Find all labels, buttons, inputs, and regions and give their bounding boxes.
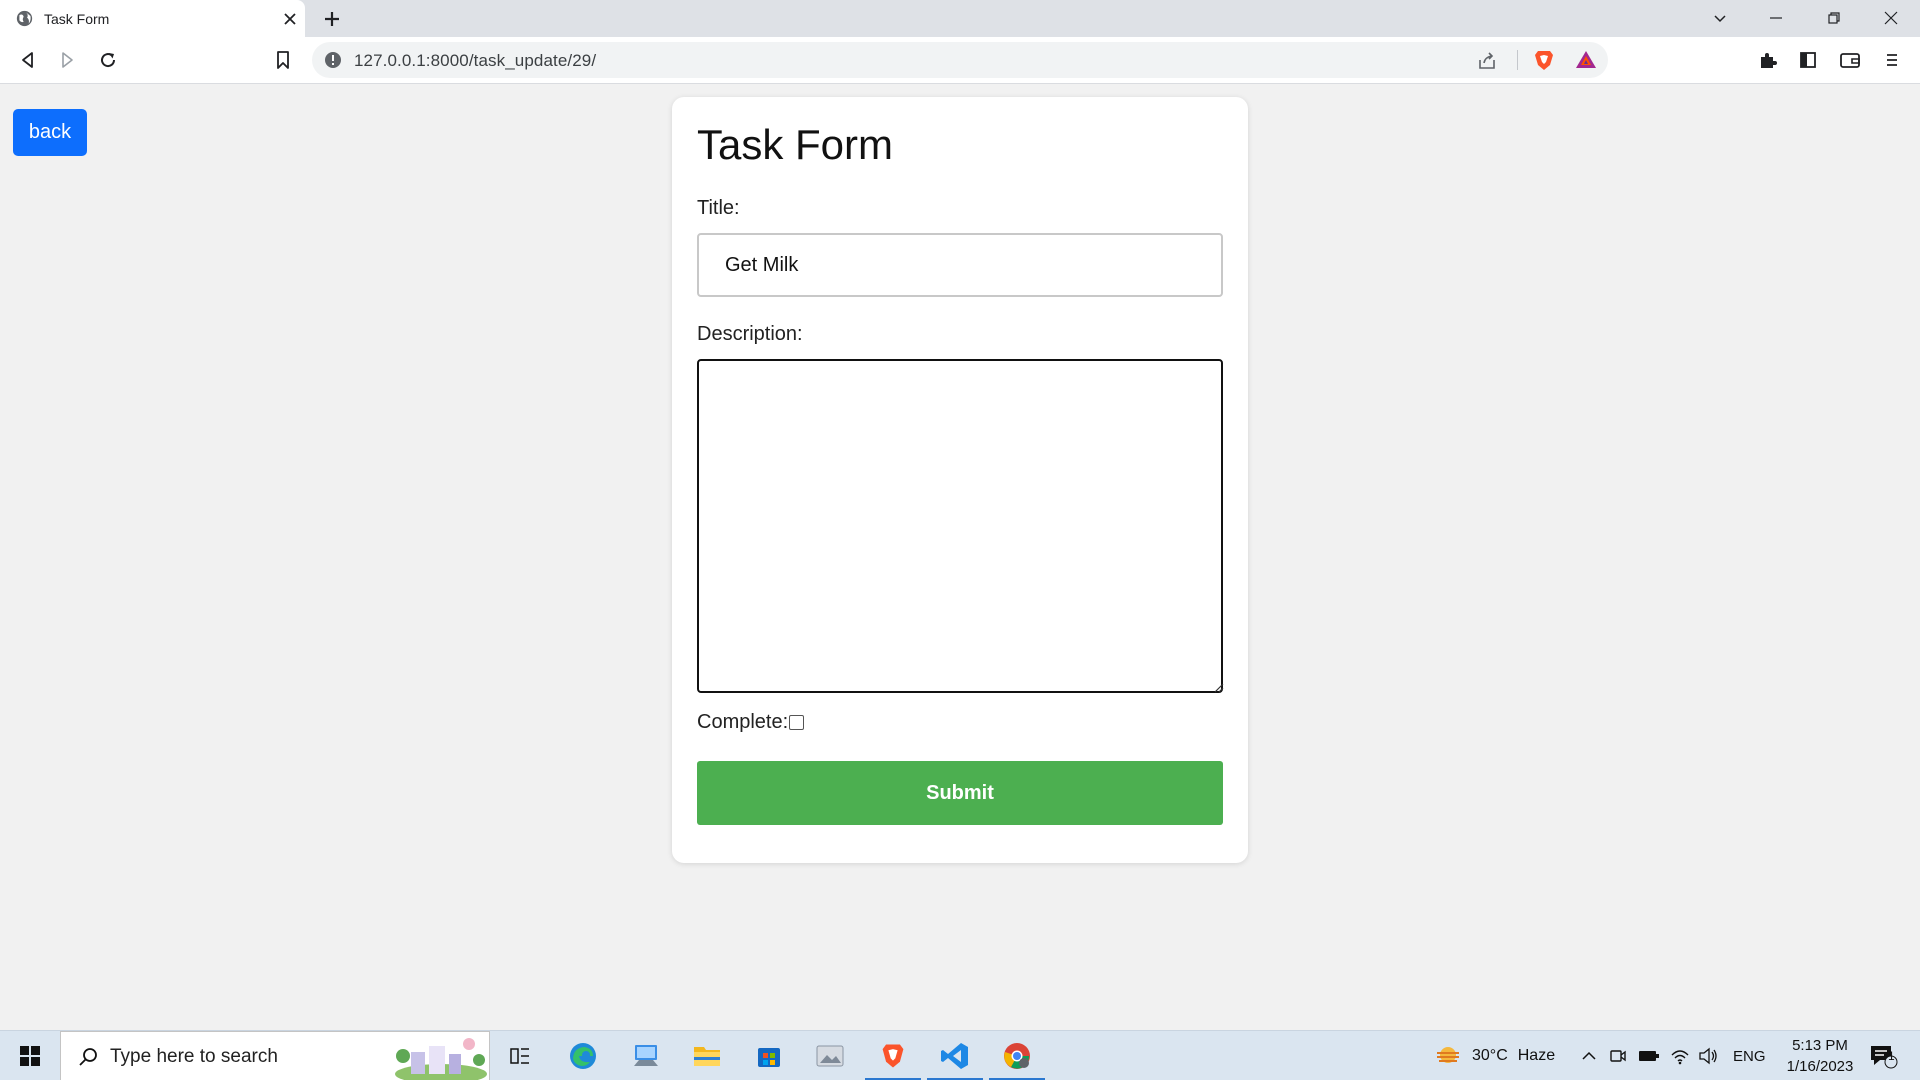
input-language[interactable]: ENG [1733, 1031, 1766, 1080]
system-clock[interactable]: 5:13 PM 1/16/2023 [1770, 1035, 1870, 1077]
battery-icon[interactable] [1638, 1031, 1660, 1080]
forward-arrow-icon[interactable] [55, 48, 79, 72]
minimize-icon[interactable] [1762, 6, 1790, 30]
back-button[interactable]: back [13, 109, 87, 156]
weather-temperature: 30°C [1472, 1047, 1508, 1064]
task-form-card: Task Form Title: Description: Complete: … [672, 97, 1248, 863]
show-hidden-icons-icon[interactable] [1580, 1031, 1598, 1080]
title-label: Title: [697, 197, 740, 219]
back-arrow-icon[interactable] [16, 48, 40, 72]
extensions-icon[interactable] [1756, 48, 1780, 72]
close-tab-icon[interactable] [280, 9, 300, 29]
title-input[interactable] [697, 233, 1223, 297]
wifi-icon[interactable] [1670, 1031, 1690, 1080]
page-viewport: back Task Form Title: Description: Compl… [0, 84, 1920, 1030]
resize-grip-icon[interactable] [1212, 681, 1224, 693]
browser-tab[interactable]: Task Form [0, 0, 305, 37]
description-label: Description: [697, 323, 803, 345]
brave-rewards-icon[interactable] [1574, 48, 1598, 72]
file-explorer-icon[interactable] [677, 1031, 737, 1080]
search-placeholder: Type here to search [110, 1046, 278, 1067]
notifications-icon[interactable]: 1 [1868, 1031, 1898, 1080]
browser-tab-strip: Task Form [0, 0, 1920, 37]
volume-icon[interactable] [1698, 1031, 1718, 1080]
taskbar-search-box[interactable]: Type here to search [60, 1031, 490, 1080]
menu-icon[interactable] [1880, 48, 1904, 72]
windows-logo-icon [20, 1046, 40, 1066]
clock-date: 1/16/2023 [1786, 1058, 1854, 1075]
brave-shields-icon[interactable] [1532, 48, 1556, 72]
task-view-icon[interactable] [490, 1031, 550, 1080]
chrome-icon[interactable] [987, 1031, 1047, 1080]
complete-label: Complete: [697, 711, 789, 733]
photos-app-icon[interactable] [800, 1031, 860, 1080]
submit-button[interactable]: Submit [697, 761, 1223, 825]
restore-icon[interactable] [1820, 6, 1848, 30]
bookmark-icon[interactable] [271, 48, 295, 72]
wallet-icon[interactable] [1838, 48, 1862, 72]
microsoft-store-icon[interactable] [739, 1031, 799, 1080]
url-text: 127.0.0.1:8000/task_update/29/ [354, 51, 597, 70]
new-tab-icon[interactable] [320, 7, 344, 31]
windows-taskbar: Type here to search 30°C Haze ENG 5:13 P… [0, 1030, 1920, 1080]
address-bar[interactable]: 127.0.0.1:8000/task_update/29/ [312, 42, 1608, 78]
meet-now-icon[interactable] [1609, 1031, 1627, 1080]
reload-icon[interactable] [96, 48, 120, 72]
close-window-icon[interactable] [1877, 6, 1905, 30]
browser-toolbar: 127.0.0.1:8000/task_update/29/ [0, 37, 1920, 84]
notification-count: 1 [1888, 1049, 1895, 1063]
share-icon[interactable] [1475, 49, 1499, 73]
vscode-icon[interactable] [925, 1031, 985, 1080]
omnibox-divider [1517, 50, 1518, 70]
sidebar-icon[interactable] [1796, 48, 1820, 72]
edge-browser-icon[interactable] [553, 1031, 613, 1080]
weather-widget[interactable]: 30°C Haze [1434, 1031, 1555, 1080]
form-title: Task Form [697, 121, 894, 168]
haze-weather-icon [1437, 1047, 1459, 1063]
description-textarea[interactable] [697, 359, 1223, 693]
tab-title: Task Form [44, 11, 110, 27]
search-highlight-illustration [395, 1038, 487, 1080]
this-pc-icon[interactable] [616, 1031, 676, 1080]
weather-condition: Haze [1517, 1047, 1556, 1064]
language-indicator: ENG [1733, 1047, 1766, 1065]
tab-search-icon[interactable] [1706, 6, 1734, 30]
search-icon [79, 1048, 97, 1066]
brave-browser-taskbar-icon[interactable] [863, 1031, 923, 1080]
clock-time: 5:13 PM [1792, 1037, 1848, 1054]
complete-checkbox[interactable] [789, 715, 804, 730]
site-info-icon[interactable] [324, 51, 342, 69]
start-button[interactable] [0, 1031, 60, 1080]
globe-icon [16, 10, 33, 27]
